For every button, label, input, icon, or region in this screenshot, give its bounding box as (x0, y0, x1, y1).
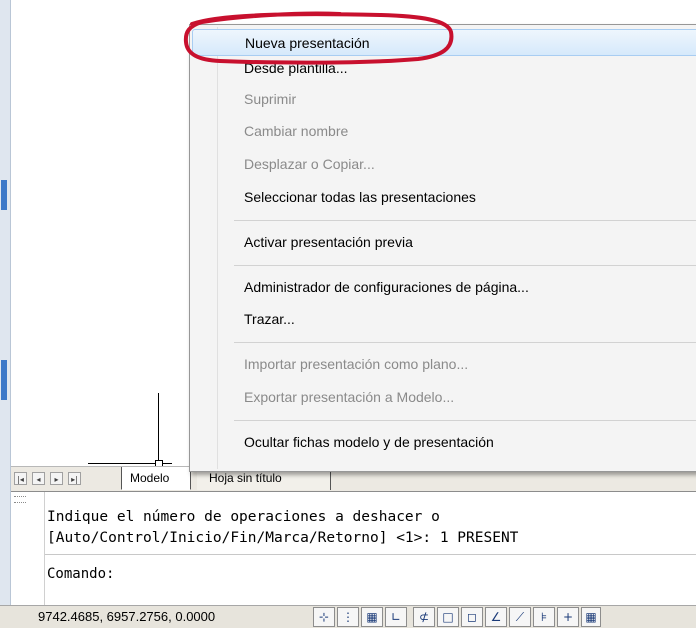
tab-model-label: Modelo (130, 471, 170, 485)
menu-item-plot[interactable]: Trazar... (192, 306, 696, 333)
grid-icon[interactable]: ⋮ (337, 607, 359, 627)
menu-item-label: Activar presentación previa (244, 234, 413, 250)
menu-item-label: Suprimir (244, 91, 297, 107)
dyn-icon[interactable]: ⊧ (533, 607, 555, 627)
next-tab-icon[interactable]: ▸ (50, 472, 63, 485)
menu-item-label: Exportar presentación a Modelo... (244, 389, 455, 405)
ortho-icon[interactable]: ∟ (385, 607, 407, 627)
lineweight-icon[interactable]: + (557, 607, 579, 627)
menu-item-label: Trazar... (244, 311, 295, 327)
menu-item-rename[interactable]: Cambiar nombre (192, 118, 696, 145)
otrack-icon[interactable]: ∠ (485, 607, 507, 627)
menu-item-activate-previous[interactable]: Activar presentación previa (192, 229, 696, 256)
edge-marker (1, 180, 7, 210)
menu-separator (234, 220, 696, 221)
menu-item-label: Nueva presentación (245, 35, 370, 51)
menu-item-new-layout[interactable]: Nueva presentación (192, 29, 696, 56)
grip-icon[interactable] (14, 496, 26, 503)
menu-item-hide-tabs[interactable]: Ocultar fichas modelo y de presentación (192, 429, 696, 456)
history-line: Indique el número de operaciones a desha… (47, 509, 440, 525)
menu-item-page-setup-manager[interactable]: Administrador de configuraciones de pági… (192, 274, 696, 301)
history-line: [Auto/Control/Inicio/Fin/Marca/Retorno] … (47, 530, 519, 546)
menu-separator (234, 265, 696, 266)
first-tab-icon[interactable]: |◂ (14, 472, 27, 485)
3d-osnap-icon[interactable]: ◻ (461, 607, 483, 627)
tab-sheet-label: Hoja sin título (209, 471, 282, 485)
window-left-edge (0, 0, 11, 627)
command-window: Indique el número de operaciones a desha… (11, 491, 696, 606)
tab-model[interactable]: Modelo (121, 467, 191, 490)
menu-item-label: Seleccionar todas las presentaciones (244, 189, 476, 205)
ucs-icon-y-axis (158, 393, 159, 465)
menu-item-label: Importar presentación como plano... (244, 356, 469, 372)
menu-item-label: Desplazar o Copiar... (244, 156, 375, 172)
ducs-icon[interactable]: ⟋ (509, 607, 531, 627)
menu-item-import-layout[interactable]: Importar presentación como plano... (192, 351, 696, 378)
command-left-border (44, 492, 45, 606)
layout-context-menu: Nueva presentación Desde plantilla... Su… (189, 24, 696, 472)
menu-item-label: Administrador de configuraciones de pági… (244, 279, 529, 295)
prev-tab-icon[interactable]: ◂ (32, 472, 45, 485)
last-tab-icon[interactable]: ▸| (68, 472, 81, 485)
menu-item-label: Ocultar fichas modelo y de presentación (244, 434, 494, 450)
status-bar: 9742.4685, 6957.2756, 0.0000 ⊹ ⋮ ▦ ∟ ⊄ □… (0, 605, 696, 628)
menu-item-move-copy[interactable]: Desplazar o Copiar... (192, 151, 696, 178)
edge-marker (1, 360, 7, 400)
snap-icon[interactable]: ⊹ (313, 607, 335, 627)
coordinate-readout[interactable]: 9742.4685, 6957.2756, 0.0000 (38, 609, 215, 624)
dot-grid-icon[interactable]: ▦ (361, 607, 383, 627)
osnap-icon[interactable]: □ (437, 607, 459, 627)
menu-item-export-layout[interactable]: Exportar presentación a Modelo... (192, 384, 696, 411)
menu-item-from-template[interactable]: Desde plantilla... (192, 55, 696, 82)
polar-icon[interactable]: ⊄ (413, 607, 435, 627)
menu-item-label: Desde plantilla... (244, 60, 348, 76)
menu-item-delete[interactable]: Suprimir (192, 86, 696, 113)
command-separator (45, 554, 696, 555)
command-history: Indique el número de operaciones a desha… (47, 507, 518, 549)
menu-separator (234, 342, 696, 343)
more-icon[interactable]: ▦ (581, 607, 601, 627)
menu-separator (234, 420, 696, 421)
menu-item-select-all[interactable]: Seleccionar todas las presentaciones (192, 184, 696, 211)
command-input[interactable]: Comando: (47, 566, 114, 582)
menu-item-label: Cambiar nombre (244, 123, 349, 139)
